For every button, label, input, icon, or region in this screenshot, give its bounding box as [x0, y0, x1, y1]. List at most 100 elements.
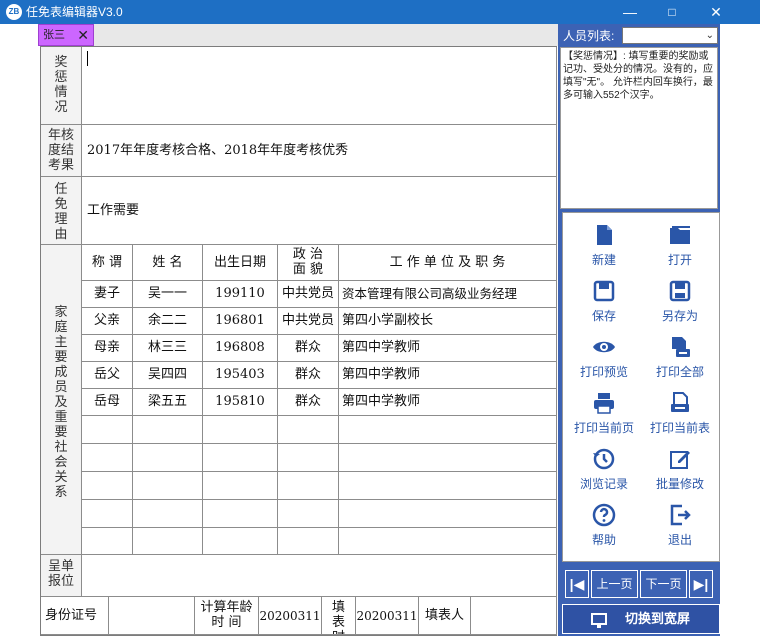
row4-birth[interactable]: 195403	[203, 362, 278, 389]
assessment-value: 2017年年度考核合格、2018年年度考核优秀	[87, 143, 349, 158]
age-calc-input[interactable]: 20200311	[259, 597, 322, 635]
row8-name[interactable]	[133, 472, 203, 500]
tab-person[interactable]: 张三 ✕	[38, 24, 94, 46]
print-all-icon	[672, 337, 690, 357]
row10-work[interactable]	[339, 528, 557, 555]
row8-relation[interactable]	[82, 472, 133, 500]
prev-page-button[interactable]: 上一页	[591, 570, 638, 598]
save-as-button[interactable]: 另存为	[643, 273, 717, 329]
row9-birth[interactable]	[203, 500, 278, 528]
row3-work[interactable]: 第四中学教师	[339, 335, 557, 362]
row4-political[interactable]: 群众	[278, 362, 339, 389]
row7-political[interactable]	[278, 444, 339, 472]
row3-birth[interactable]: 196808	[203, 335, 278, 362]
new-button[interactable]: 新建	[567, 217, 641, 273]
row6-political[interactable]	[278, 416, 339, 444]
switch-widescreen-button[interactable]: 切换到宽屏	[562, 604, 720, 634]
close-button[interactable]: ✕	[698, 0, 734, 24]
row9-work[interactable]	[339, 500, 557, 528]
minimize-button[interactable]: —	[612, 0, 648, 24]
print-current-form-button[interactable]: 打印当前表	[643, 385, 717, 441]
exit-button[interactable]: 退出	[643, 497, 717, 553]
row1-relation[interactable]: 妻子	[82, 281, 133, 308]
tab-close-icon[interactable]: ✕	[77, 26, 89, 44]
last-page-button[interactable]: ▶|	[689, 570, 713, 598]
row8-birth[interactable]	[203, 472, 278, 500]
document-icon	[597, 225, 612, 245]
row3-relation[interactable]: 母亲	[82, 335, 133, 362]
row6-relation[interactable]	[82, 416, 133, 444]
fill-time-input[interactable]: 20200311	[356, 597, 419, 635]
row7-name[interactable]	[133, 444, 203, 472]
history-button[interactable]: 浏览记录	[567, 441, 641, 497]
row5-name[interactable]: 梁五五	[133, 389, 203, 416]
awards-input[interactable]	[82, 47, 557, 125]
edit-icon	[670, 451, 690, 469]
row2-political[interactable]: 中共党员	[278, 308, 339, 335]
batch-edit-button[interactable]: 批量修改	[643, 441, 717, 497]
person-list-select[interactable]: ⌄	[622, 27, 718, 44]
row2-birth[interactable]: 196801	[203, 308, 278, 335]
row3-political[interactable]: 群众	[278, 335, 339, 362]
row9-political[interactable]	[278, 500, 339, 528]
row10-birth[interactable]	[203, 528, 278, 555]
row1-name[interactable]: 吴一一	[133, 281, 203, 308]
row4-relation[interactable]: 岳父	[82, 362, 133, 389]
row8-political[interactable]	[278, 472, 339, 500]
open-button[interactable]: 打开	[643, 217, 717, 273]
history-icon	[593, 448, 615, 470]
print-all-label: 打印全部	[655, 365, 704, 379]
app-logo-icon: ZB	[6, 4, 22, 20]
row9-relation[interactable]	[82, 500, 133, 528]
row7-work[interactable]	[339, 444, 557, 472]
save-as-label: 另存为	[661, 309, 698, 323]
row9-name[interactable]	[133, 500, 203, 528]
maximize-button[interactable]: □	[654, 0, 690, 24]
first-page-button[interactable]: |◀	[565, 570, 589, 598]
filler-input[interactable]	[471, 597, 557, 635]
row2-name[interactable]: 余二二	[133, 308, 203, 335]
row1-work[interactable]: 资本管理有限公司高级业务经理	[339, 281, 557, 308]
row5-political[interactable]: 群众	[278, 389, 339, 416]
row8-work[interactable]	[339, 472, 557, 500]
print-preview-button[interactable]: 打印预览	[567, 329, 641, 385]
row3-name[interactable]: 林三三	[133, 335, 203, 362]
row5-birth[interactable]: 195810	[203, 389, 278, 416]
filler-label: 填表人	[419, 597, 471, 635]
help-button[interactable]: 帮助	[567, 497, 641, 553]
row2-relation[interactable]: 父亲	[82, 308, 133, 335]
header-political: 政 治 面 貌	[278, 245, 339, 281]
row7-birth[interactable]	[203, 444, 278, 472]
next-page-button[interactable]: 下一页	[640, 570, 687, 598]
row10-relation[interactable]	[82, 528, 133, 555]
print-form-icon	[671, 392, 689, 412]
appointment-form: 奖惩情况 年核度结考果 2017年年度考核合格、2018年年度考核优秀 任免理由…	[40, 46, 557, 636]
new-label: 新建	[591, 253, 616, 267]
reason-label: 任免理由	[54, 182, 68, 242]
reason-input[interactable]: 工作需要	[82, 177, 557, 245]
row2-work[interactable]: 第四小学副校长	[339, 308, 557, 335]
row7-relation[interactable]	[82, 444, 133, 472]
row10-name[interactable]	[133, 528, 203, 555]
assessment-label-cell: 年核度结考果	[41, 125, 82, 177]
header-name: 姓 名	[133, 245, 203, 281]
print-all-button[interactable]: 打印全部	[643, 329, 717, 385]
row10-political[interactable]	[278, 528, 339, 555]
row6-work[interactable]	[339, 416, 557, 444]
row5-relation[interactable]: 岳母	[82, 389, 133, 416]
report-unit-label-cell: 呈单报位	[41, 555, 82, 597]
title-bar: ZB 任免表编辑器V3.0 — □ ✕	[0, 0, 760, 24]
report-unit-input[interactable]	[82, 555, 557, 597]
row6-name[interactable]	[133, 416, 203, 444]
row5-work[interactable]: 第四中学教师	[339, 389, 557, 416]
row1-birth[interactable]: 199110	[203, 281, 278, 308]
row1-political[interactable]: 中共党员	[278, 281, 339, 308]
monitor-icon	[591, 613, 607, 628]
row4-name[interactable]: 吴四四	[133, 362, 203, 389]
assessment-input[interactable]: 2017年年度考核合格、2018年年度考核优秀	[82, 125, 557, 177]
id-input[interactable]	[109, 597, 195, 635]
row6-birth[interactable]	[203, 416, 278, 444]
row4-work[interactable]: 第四中学教师	[339, 362, 557, 389]
save-button[interactable]: 保存	[567, 273, 641, 329]
print-current-page-button[interactable]: 打印当前页	[567, 385, 641, 441]
